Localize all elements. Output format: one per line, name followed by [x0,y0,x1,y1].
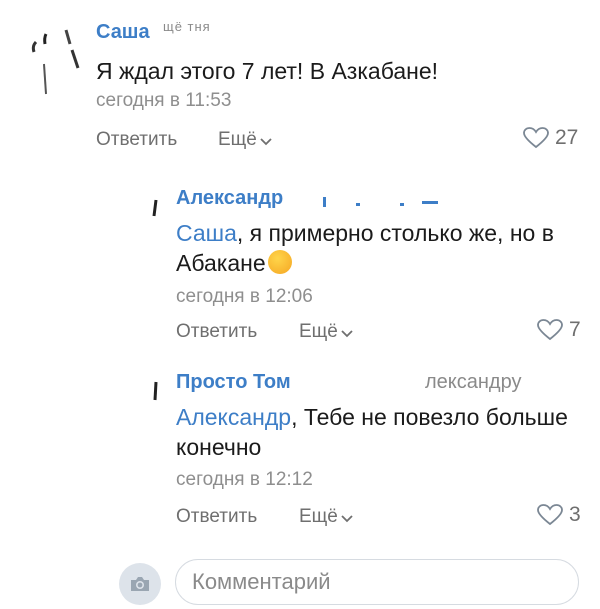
comment-author[interactable]: Саша [96,21,150,44]
author-note: щё тня [163,19,211,34]
comment-text: Александр, Тебе не повезло больше конечн… [176,402,586,462]
winking-face-emoji [267,250,292,274]
like-count: 7 [569,318,581,341]
comment-composer: Комментарий [0,555,600,609]
more-label: Ещё [299,321,338,342]
heart-icon [537,319,563,341]
heart-icon [537,504,563,526]
more-label: Ещё [218,129,257,150]
reply-button[interactable]: Ответить [176,321,257,343]
avatar[interactable] [22,24,82,102]
like-count: 3 [569,503,581,526]
chevron-down-icon [260,137,272,145]
redaction-mark [322,194,442,207]
like-button[interactable]: 27 [523,126,578,150]
more-button[interactable]: Ещё [218,129,272,151]
chevron-down-icon [341,514,353,522]
reply-button[interactable]: Ответить [96,129,177,151]
heart-icon [523,127,549,149]
comment-input[interactable]: Комментарий [175,559,579,605]
avatar[interactable] [146,196,166,226]
like-button[interactable]: 7 [537,318,581,342]
mention-link[interactable]: Саша [176,220,237,246]
mention-link[interactable]: Александр [176,404,291,430]
comment-author[interactable]: Просто Том [176,371,291,394]
chevron-down-icon [341,329,353,337]
attach-photo-button[interactable] [119,563,161,605]
comment-author[interactable]: Александр [176,187,283,210]
camera-icon [131,577,149,591]
comment-text: Саша, я примерно столько же, но в Абакан… [176,218,576,278]
comment-text: Я ждал этого 7 лет! В Азкабане! [96,58,439,84]
like-button[interactable]: 3 [537,503,581,527]
more-button[interactable]: Ещё [299,321,353,343]
avatar[interactable] [146,378,166,408]
comment-time: сегодня в 12:12 [176,469,313,490]
comment-time: сегодня в 11:53 [96,90,232,111]
like-count: 27 [555,126,579,149]
more-label: Ещё [299,506,338,527]
comment-time: сегодня в 12:06 [176,286,313,307]
more-button[interactable]: Ещё [299,506,353,528]
reply-button[interactable]: Ответить [176,506,257,528]
author-note: лександру [425,371,522,393]
comment-placeholder: Комментарий [192,569,331,594]
